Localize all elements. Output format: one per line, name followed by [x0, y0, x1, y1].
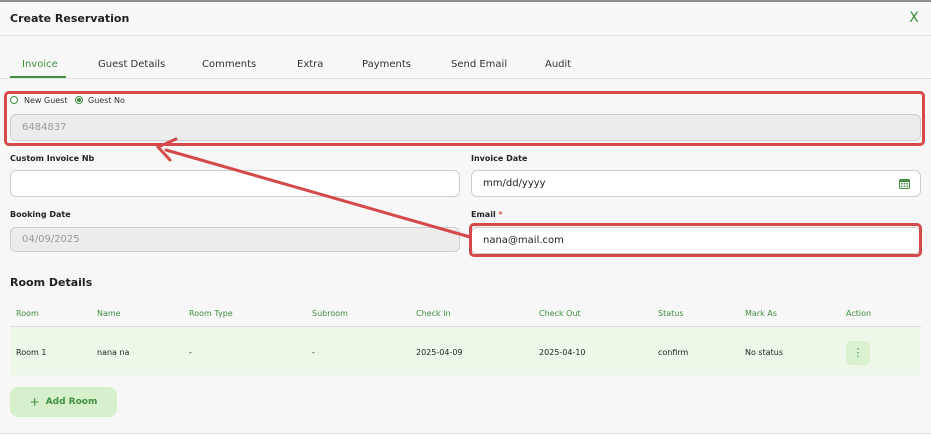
email-input[interactable]: nana@mail.com [471, 227, 921, 254]
table-row [10, 327, 921, 375]
add-room-label: Add Room [45, 397, 98, 407]
col-check-in: Check In [416, 309, 451, 318]
booking-date-input[interactable]: 04/09/2025 [10, 227, 460, 252]
cell-check-in: 2025-04-09 [416, 348, 463, 357]
tab-invoice[interactable]: Invoice [22, 59, 58, 70]
tab-audit[interactable]: Audit [545, 59, 571, 70]
invoice-date-placeholder: mm/dd/yyyy [483, 178, 546, 189]
cell-status: confirm [658, 348, 689, 357]
col-room: Room [16, 309, 39, 318]
required-marker: * [498, 210, 503, 219]
add-room-button[interactable]: + Add Room [10, 387, 117, 417]
guest-no-input[interactable]: 6484837 [10, 114, 921, 141]
radio-guest-no[interactable] [75, 96, 83, 104]
close-icon[interactable]: X [907, 10, 921, 26]
tab-payments[interactable]: Payments [362, 59, 411, 70]
cell-name: nana na [97, 348, 130, 357]
booking-date-label: Booking Date [10, 210, 71, 219]
col-room-type: Room Type [189, 309, 233, 318]
tab-send-email[interactable]: Send Email [451, 59, 507, 70]
guest-type-radio-group: New Guest Guest No [10, 96, 140, 108]
tab-extra[interactable]: Extra [297, 59, 323, 70]
radio-guest-no-label[interactable]: Guest No [88, 96, 125, 105]
cell-check-out: 2025-04-10 [539, 348, 586, 357]
col-action: Action [846, 309, 872, 318]
tab-guest-details[interactable]: Guest Details [98, 59, 165, 70]
invoice-date-input[interactable]: mm/dd/yyyy [471, 170, 921, 197]
col-subroom: Subroom [312, 309, 348, 318]
cell-subroom: - [312, 348, 315, 357]
cell-room-type: - [189, 348, 192, 357]
plus-icon: + [29, 395, 40, 409]
modal-title: Create Reservation [10, 12, 130, 25]
tab-bar: Invoice Guest Details Comments Extra Pay… [0, 57, 931, 79]
tab-comments[interactable]: Comments [202, 59, 256, 70]
custom-invoice-label: Custom Invoice Nb [10, 154, 95, 163]
col-name: Name [97, 309, 121, 318]
radio-new-guest[interactable] [10, 96, 18, 104]
cell-room: Room 1 [16, 348, 47, 357]
row-actions-button[interactable]: ⋮ [846, 341, 870, 365]
col-mark-as: Mark As [745, 309, 777, 318]
footer-divider [0, 433, 931, 434]
calendar-icon[interactable] [899, 178, 910, 189]
room-details-title: Room Details [10, 276, 93, 289]
cell-mark-as: No status [745, 348, 784, 357]
col-status: Status [658, 309, 684, 318]
invoice-date-label: Invoice Date [471, 154, 528, 163]
email-label: Email * [471, 210, 503, 219]
email-label-text: Email [471, 210, 496, 219]
modal-header: Create Reservation X [0, 2, 931, 36]
custom-invoice-input[interactable] [10, 170, 460, 197]
active-tab-indicator [10, 76, 66, 78]
col-check-out: Check Out [539, 309, 581, 318]
radio-new-guest-label[interactable]: New Guest [24, 96, 68, 105]
